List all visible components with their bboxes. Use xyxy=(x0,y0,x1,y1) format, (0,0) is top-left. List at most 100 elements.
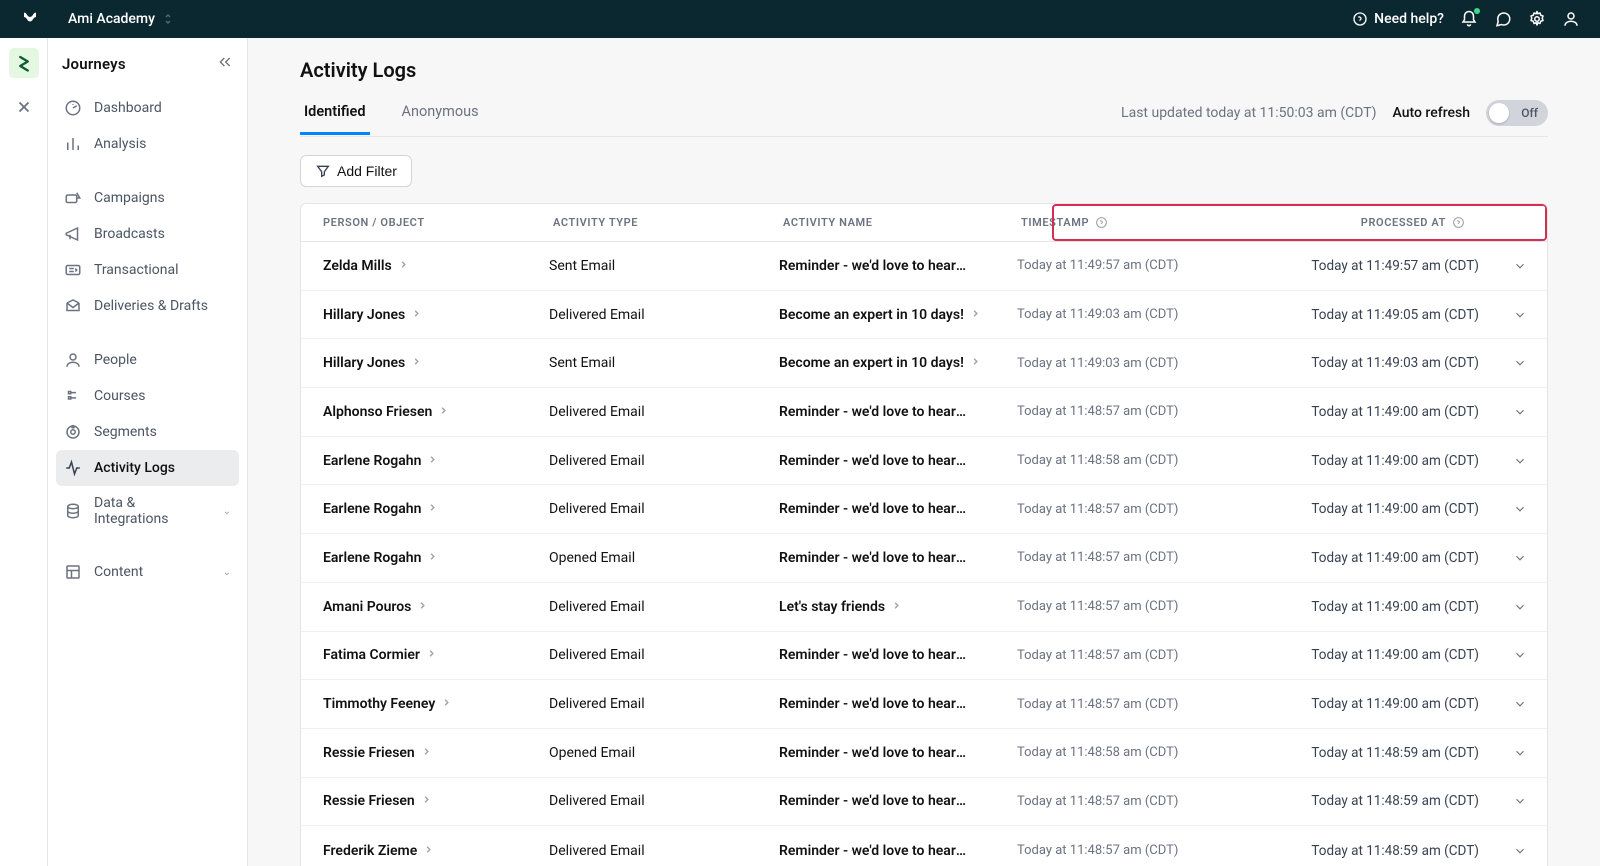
sidebar-item-data-integrations[interactable]: Data & Integrations⌄ xyxy=(56,486,239,536)
person-link[interactable]: Ressie Friesen xyxy=(305,793,531,809)
logo-icon[interactable] xyxy=(20,8,40,30)
sidebar-item-label: Segments xyxy=(94,424,157,440)
tab-identified[interactable]: Identified xyxy=(300,103,370,135)
chevron-right-icon xyxy=(426,647,437,663)
sidebar-item-courses[interactable]: Courses xyxy=(56,378,239,414)
activity-name-link[interactable]: Reminder - we'd love to hear fro… xyxy=(761,647,999,663)
activity-name-link[interactable]: Become an expert in 10 days! xyxy=(761,355,999,371)
rail-journeys[interactable] xyxy=(9,48,39,78)
person-link[interactable]: Timmothy Feeney xyxy=(305,696,531,712)
expand-row-button[interactable] xyxy=(1497,308,1543,322)
processed-at-text: Today at 11:49:00 am (CDT) xyxy=(1279,453,1497,469)
person-link[interactable]: Ressie Friesen xyxy=(305,745,531,761)
need-help-link[interactable]: Need help? xyxy=(1352,11,1444,27)
activity-name-link[interactable]: Reminder - we'd love to hear fro… xyxy=(761,696,999,712)
person-link[interactable]: Alphonso Friesen xyxy=(305,404,531,420)
activity-name-link[interactable]: Reminder - we'd love to hear fro… xyxy=(761,453,999,469)
sidebar-title: Journeys xyxy=(62,55,126,73)
person-link[interactable]: Earlene Rogahn xyxy=(305,550,531,566)
person-link[interactable]: Fatima Cormier xyxy=(305,647,531,663)
workspace-name: Ami Academy xyxy=(68,11,155,27)
person-link[interactable]: Hillary Jones xyxy=(305,307,531,323)
processed-at-text: Today at 11:49:00 am (CDT) xyxy=(1279,696,1497,712)
table-row: Earlene Rogahn Delivered Email Reminder … xyxy=(301,485,1547,534)
expand-row-button[interactable] xyxy=(1497,356,1543,370)
activity-name-link[interactable]: Reminder - we'd love to hear fro… xyxy=(761,793,999,809)
help-icon[interactable] xyxy=(1452,216,1465,229)
expand-row-button[interactable] xyxy=(1497,405,1543,419)
expand-row-button[interactable] xyxy=(1497,600,1543,614)
activity-table: PERSON / OBJECT ACTIVITY TYPE ACTIVITY N… xyxy=(300,203,1548,866)
profile-icon[interactable] xyxy=(1562,10,1580,28)
expand-row-button[interactable] xyxy=(1497,794,1543,808)
rail-secondary[interactable] xyxy=(9,92,39,122)
segments-icon xyxy=(64,423,82,441)
activity-name-link[interactable]: Let's stay friends xyxy=(761,599,999,615)
processed-at-text: Today at 11:49:57 am (CDT) xyxy=(1279,258,1497,274)
th-name[interactable]: ACTIVITY NAME xyxy=(761,204,999,241)
activity-name-link[interactable]: Reminder - we'd love to hear fro… xyxy=(761,843,999,859)
sidebar-item-label: Deliveries & Drafts xyxy=(94,298,208,314)
person-link[interactable]: Zelda Mills xyxy=(305,258,531,274)
sidebar-item-campaigns[interactable]: Campaigns xyxy=(56,180,239,216)
activity-name-link[interactable]: Reminder - we'd love to hear fro… xyxy=(761,258,999,274)
expand-row-button[interactable] xyxy=(1497,454,1543,468)
person-link[interactable]: Hillary Jones xyxy=(305,355,531,371)
toggle-state-text: Off xyxy=(1521,106,1538,120)
people-icon xyxy=(64,351,82,369)
activity-type: Delivered Email xyxy=(531,599,761,615)
activity-type: Opened Email xyxy=(531,550,761,566)
activity-type: Delivered Email xyxy=(531,404,761,420)
workspace-switcher[interactable]: Ami Academy xyxy=(68,11,173,27)
activity-name-link[interactable]: Reminder - we'd love to hear fro… xyxy=(761,404,999,420)
expand-row-button[interactable] xyxy=(1497,551,1543,565)
add-filter-button[interactable]: Add Filter xyxy=(300,155,412,187)
tab-anonymous[interactable]: Anonymous xyxy=(398,103,483,135)
activity-name-link[interactable]: Reminder - we'd love to hear fro… xyxy=(761,550,999,566)
toggle-knob xyxy=(1489,103,1509,123)
expand-row-button[interactable] xyxy=(1497,648,1543,662)
th-timestamp[interactable]: TIMESTAMP xyxy=(999,204,1279,241)
person-link[interactable]: Amani Pouros xyxy=(305,599,531,615)
th-type[interactable]: ACTIVITY TYPE xyxy=(531,204,761,241)
timestamp-text: Today at 11:48:57 am (CDT) xyxy=(999,550,1279,565)
timestamp-text: Today at 11:49:03 am (CDT) xyxy=(999,356,1279,371)
person-link[interactable]: Earlene Rogahn xyxy=(305,453,531,469)
sidebar-item-broadcasts[interactable]: Broadcasts xyxy=(56,216,239,252)
table-row: Zelda Mills Sent Email Reminder - we'd l… xyxy=(301,242,1547,291)
table-row: Ressie Friesen Opened Email Reminder - w… xyxy=(301,729,1547,778)
sidebar-item-label: Content xyxy=(94,564,143,580)
help-icon[interactable] xyxy=(1095,216,1108,229)
sidebar-item-people[interactable]: People xyxy=(56,342,239,378)
expand-row-button[interactable] xyxy=(1497,844,1543,858)
campaigns-icon xyxy=(64,189,82,207)
chat-icon[interactable] xyxy=(1494,10,1512,28)
th-processed[interactable]: PROCESSED AT xyxy=(1279,204,1547,241)
person-link[interactable]: Earlene Rogahn xyxy=(305,501,531,517)
person-link[interactable]: Frederik Zieme xyxy=(305,843,531,859)
sidebar-item-label: People xyxy=(94,352,137,368)
collapse-sidebar-button[interactable] xyxy=(217,54,233,74)
auto-refresh-toggle[interactable]: Off xyxy=(1486,100,1548,126)
processed-at-text: Today at 11:49:05 am (CDT) xyxy=(1279,307,1497,323)
expand-row-button[interactable] xyxy=(1497,697,1543,711)
sidebar-item-segments[interactable]: Segments xyxy=(56,414,239,450)
notifications-icon[interactable] xyxy=(1460,10,1478,28)
sidebar-item-deliveries-drafts[interactable]: Deliveries & Drafts xyxy=(56,288,239,324)
expand-row-button[interactable] xyxy=(1497,502,1543,516)
sidebar-item-transactional[interactable]: Transactional xyxy=(56,252,239,288)
activity-name-link[interactable]: Reminder - we'd love to hear fro… xyxy=(761,745,999,761)
sidebar-item-content[interactable]: Content⌄ xyxy=(56,554,239,590)
sidebar-item-activity-logs[interactable]: Activity Logs xyxy=(56,450,239,486)
expand-row-button[interactable] xyxy=(1497,746,1543,760)
sidebar-item-analysis[interactable]: Analysis xyxy=(56,126,239,162)
expand-row-button[interactable] xyxy=(1497,259,1543,273)
chevron-right-icon xyxy=(891,599,902,615)
activity-name-link[interactable]: Become an expert in 10 days! xyxy=(761,307,999,323)
sidebar-item-dashboard[interactable]: Dashboard xyxy=(56,90,239,126)
th-person[interactable]: PERSON / OBJECT xyxy=(301,204,531,241)
processed-at-text: Today at 11:49:00 am (CDT) xyxy=(1279,404,1497,420)
settings-icon[interactable] xyxy=(1528,10,1546,28)
activity-name-link[interactable]: Reminder - we'd love to hear fro… xyxy=(761,501,999,517)
timestamp-text: Today at 11:48:57 am (CDT) xyxy=(999,502,1279,517)
